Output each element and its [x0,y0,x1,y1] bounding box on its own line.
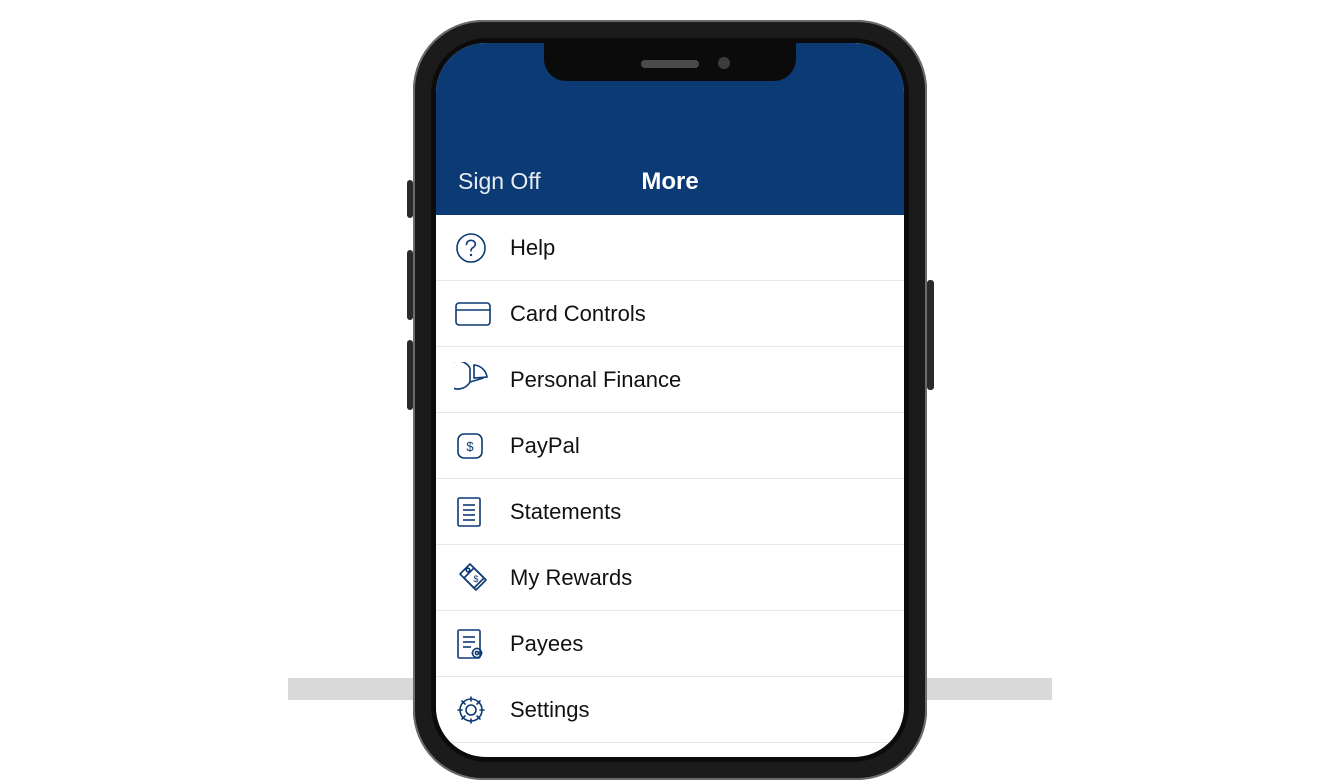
menu-item-settings[interactable]: Settings [436,677,904,743]
menu-item-my-rewards[interactable]: $ My Rewards [436,545,904,611]
menu-list: Help Card Controls [436,215,904,743]
sign-off-button[interactable]: Sign Off [436,168,541,195]
menu-item-personal-finance[interactable]: Personal Finance [436,347,904,413]
menu-item-label: Help [510,235,555,261]
gear-icon [454,693,510,727]
menu-item-label: Statements [510,499,621,525]
menu-item-card-controls[interactable]: Card Controls [436,281,904,347]
menu-item-label: Payees [510,631,583,657]
phone-notch [544,43,796,81]
svg-text:$: $ [473,574,478,584]
menu-item-label: Card Controls [510,301,646,327]
menu-item-payees[interactable]: Payees [436,611,904,677]
menu-item-paypal[interactable]: $ PayPal [436,413,904,479]
side-button-vol-up [407,250,413,320]
help-icon [454,231,510,265]
paypal-icon: $ [454,430,510,462]
speaker-grill [641,60,699,68]
side-button-vol-down [407,340,413,410]
menu-item-help[interactable]: Help [436,215,904,281]
svg-text:$: $ [466,439,474,454]
card-icon [454,299,510,329]
phone-frame: Sign Off More Help [413,20,927,780]
list-gear-icon [454,627,510,661]
pie-chart-icon [454,362,510,398]
side-button-silence [407,180,413,218]
side-button-power [927,280,934,390]
menu-item-label: Personal Finance [510,367,681,393]
phone-bezel: Sign Off More Help [431,38,909,762]
phone-screen: Sign Off More Help [436,43,904,757]
document-icon [454,495,510,529]
menu-item-statements[interactable]: Statements [436,479,904,545]
tag-icon: $ [454,560,510,596]
front-camera [718,57,730,69]
menu-item-label: PayPal [510,433,580,459]
menu-item-label: My Rewards [510,565,632,591]
menu-item-label: Settings [510,697,590,723]
